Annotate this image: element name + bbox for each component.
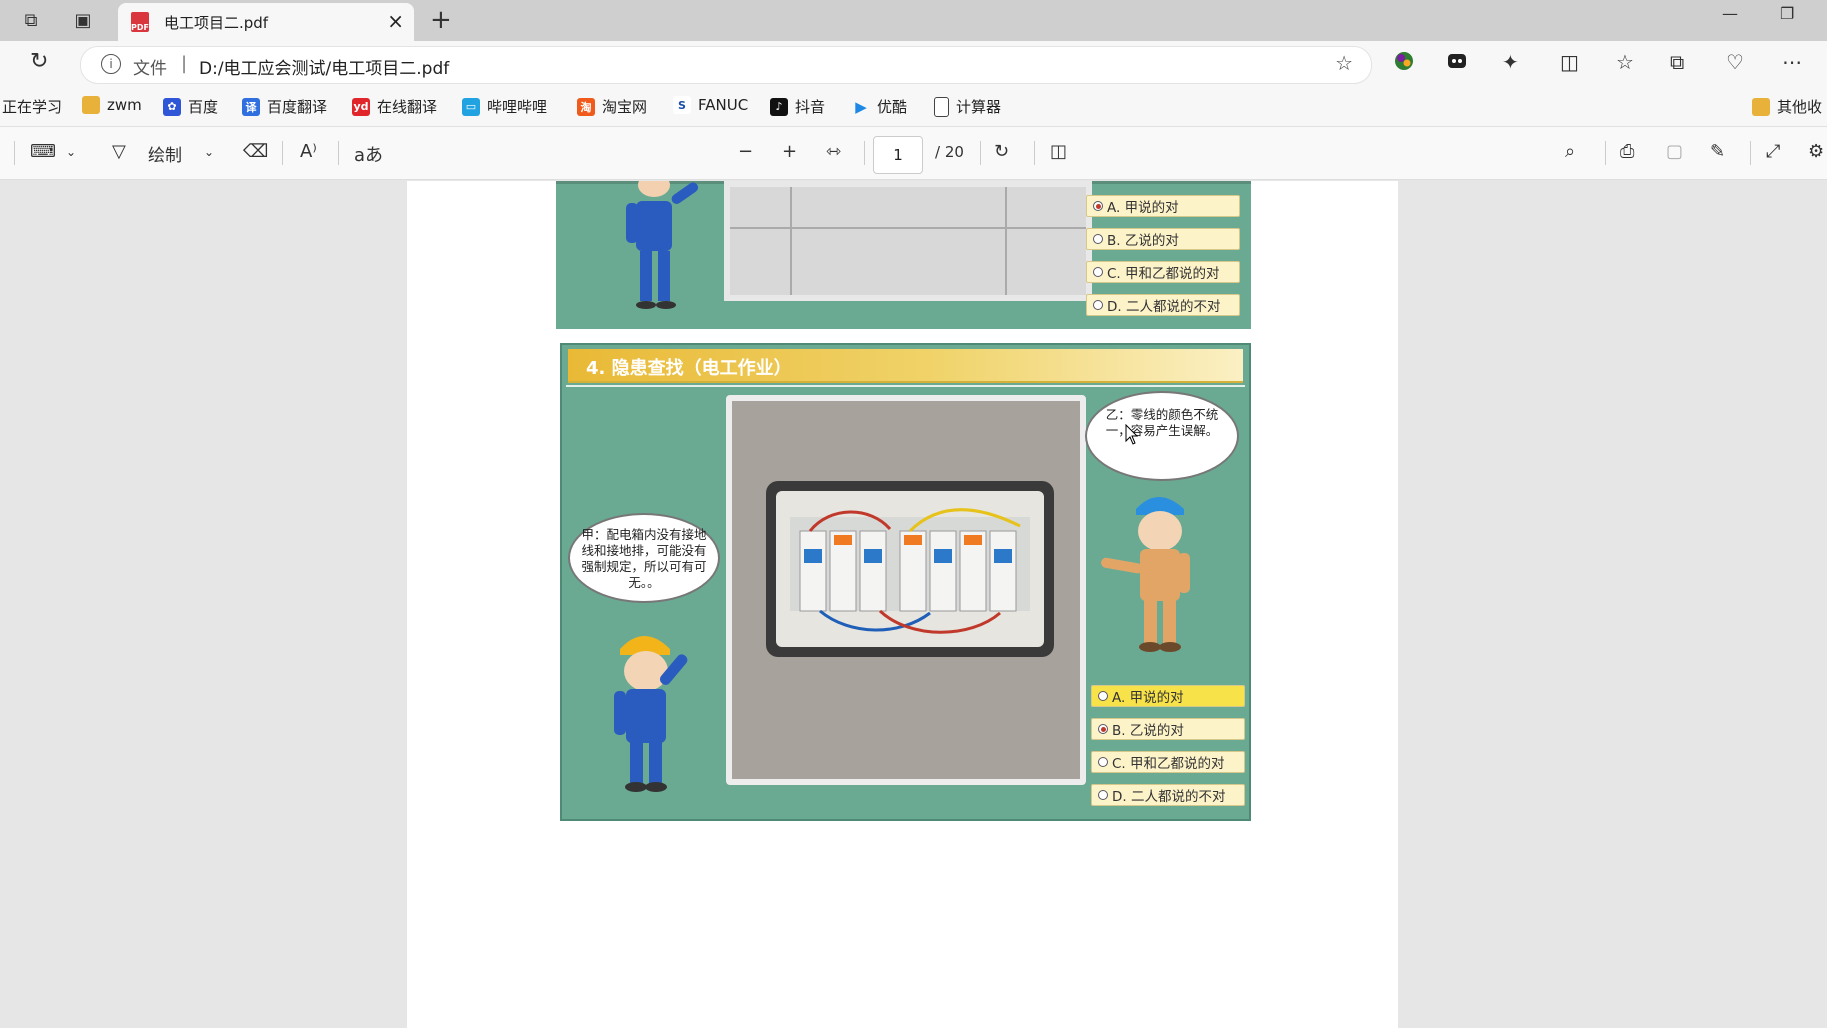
page-total: / 20 xyxy=(935,143,964,161)
option-d[interactable]: D. 二人都说的不对 xyxy=(1091,784,1245,806)
slide-title: 4. 隐患查找（电工作业） xyxy=(586,358,792,379)
info-icon[interactable]: i xyxy=(101,54,121,74)
radio-c[interactable] xyxy=(1098,757,1108,767)
bilibili-icon: ▭ xyxy=(462,97,480,116)
print-icon[interactable]: ⎙ xyxy=(1620,141,1634,162)
bookmark-item[interactable]: yd 在线翻译 xyxy=(352,96,437,117)
bookmark-item[interactable]: 计算器 xyxy=(934,96,1001,117)
collections-icon[interactable]: ⧉ xyxy=(1670,50,1684,74)
chevron-down-icon[interactable]: ⌄ xyxy=(204,145,214,159)
tab-actions-icon[interactable]: ▣ xyxy=(66,3,100,37)
prev-option[interactable]: B. 乙说的对 xyxy=(1086,228,1240,250)
speech-bubble-jia: 甲：配电箱内没有接地线和接地排，可能没有强制规定，所以可有可无。。 xyxy=(568,513,720,603)
eraser-icon[interactable]: ⌫ xyxy=(243,141,268,162)
new-tab-icon[interactable]: + xyxy=(430,5,452,35)
bookmark-item[interactable]: 淘淘宝网 xyxy=(577,96,647,117)
split-screen-icon[interactable]: ◫ xyxy=(1560,50,1579,74)
translate-text-icon[interactable]: aあ xyxy=(354,141,383,167)
favorites-icon[interactable]: ☆ xyxy=(1616,50,1634,74)
search-icon[interactable]: ⌕ xyxy=(1565,141,1575,162)
radio-b[interactable] xyxy=(1098,724,1108,734)
bookmark-item[interactable]: ♪ 抖音 xyxy=(770,96,825,117)
youku-icon: ▶ xyxy=(855,97,867,116)
save-as-icon[interactable]: ✎ xyxy=(1710,141,1725,162)
save-icon[interactable]: ▢ xyxy=(1666,141,1683,162)
bookmark-item[interactable]: 其他收 xyxy=(1752,96,1822,117)
worker-figure xyxy=(626,181,699,309)
close-tab-icon[interactable]: × xyxy=(387,9,404,33)
url-text[interactable]: D:/电工应会测试/电工项目二.pdf xyxy=(199,54,449,79)
zoom-in-icon[interactable]: + xyxy=(782,141,797,162)
rotate-icon[interactable]: ↻ xyxy=(994,141,1009,162)
distribution-box-photo xyxy=(726,395,1086,785)
fullscreen-icon[interactable]: ⤢ xyxy=(1766,141,1780,162)
more-menu-icon[interactable]: ⋯ xyxy=(1782,50,1802,74)
bookmark-item[interactable]: zwm xyxy=(82,96,142,114)
favorite-star-icon[interactable]: ☆ xyxy=(1335,51,1353,75)
file-label: 文件 xyxy=(133,59,167,79)
worker-blue-figure xyxy=(614,636,688,792)
address-separator: | xyxy=(181,53,188,74)
option-b[interactable]: B. 乙说的对 xyxy=(1091,718,1245,740)
page-number-input[interactable]: 1 xyxy=(873,136,923,174)
bookmark-item[interactable]: ▭ 哔哩哔哩 xyxy=(462,96,547,117)
option-a[interactable]: A. 甲说的对 xyxy=(1091,685,1245,707)
draw-icon[interactable]: ▽ xyxy=(112,141,126,162)
option-c[interactable]: C. 甲和乙都说的对 xyxy=(1091,751,1245,773)
folder-icon xyxy=(82,96,100,114)
taobao-icon: 淘 xyxy=(577,97,595,116)
slide-photo xyxy=(724,181,1092,301)
slide-hazard-finding: 4. 隐患查找（电工作业） 乙：零线的颜色不统一，容易产生误解。 甲：配电箱内没… xyxy=(560,343,1251,821)
tab-title: 电工项目二.pdf xyxy=(164,14,269,32)
radio-a[interactable] xyxy=(1098,691,1108,701)
speech-bubble-yi: 乙：零线的颜色不统一，容易产生误解。 xyxy=(1085,391,1239,481)
douyin-icon: ♪ xyxy=(770,97,788,116)
radio-d[interactable] xyxy=(1098,790,1108,800)
minimize-icon[interactable]: — xyxy=(1722,4,1738,23)
prev-option[interactable]: A. 甲说的对 xyxy=(1086,195,1240,217)
bookmark-item[interactable]: S FANUC xyxy=(673,96,748,114)
fit-width-icon[interactable]: ⇿ xyxy=(826,141,841,162)
translate-icon: 译 xyxy=(242,97,260,116)
performance-icon[interactable]: ♡ xyxy=(1726,50,1744,74)
extension-globe-icon[interactable] xyxy=(1393,50,1415,77)
zoom-out-icon[interactable]: − xyxy=(738,141,753,162)
pdf-icon: PDF xyxy=(131,12,149,32)
settings-icon[interactable]: ⚙ xyxy=(1808,141,1824,162)
draw-label[interactable]: 绘制 xyxy=(148,141,182,166)
baidu-icon: ✿ xyxy=(163,97,181,116)
folder-icon xyxy=(1752,97,1770,116)
slide-title-bar: 4. 隐患查找（电工作业） xyxy=(568,349,1243,383)
worker-orange-figure xyxy=(1101,497,1190,652)
mouse-cursor-icon xyxy=(1125,424,1139,445)
bookmark-item[interactable]: ✿ 百度 xyxy=(163,96,218,117)
youdao-icon: yd xyxy=(352,97,370,116)
restore-icon[interactable]: ❐ xyxy=(1780,4,1794,23)
workspaces-icon[interactable]: ⧉ xyxy=(14,3,48,37)
highlight-icon[interactable]: ⌨ xyxy=(30,141,56,162)
bookmarks-bar: 正在学习 zwm ✿ 百度 译百度翻译 yd 在线翻译 ▭ 哔哩哔哩 淘淘宝网 S FA… xyxy=(0,86,1827,127)
tab-strip: ⧉ ▣ PDF 电工项目二.pdf × + — ❐ xyxy=(0,0,1827,41)
extensions-icon[interactable]: ✦ xyxy=(1502,50,1519,74)
bookmark-item[interactable]: 正在学习 xyxy=(2,96,62,117)
chevron-down-icon[interactable]: ⌄ xyxy=(66,145,76,159)
refresh-icon[interactable]: ↻ xyxy=(30,49,48,74)
tab-active[interactable]: PDF 电工项目二.pdf × xyxy=(118,3,414,41)
breakers-icon xyxy=(799,508,1021,634)
page-view-icon[interactable]: ◫ xyxy=(1050,141,1067,162)
bookmark-item[interactable]: ▶ 优酷 xyxy=(852,96,907,117)
bookmark-item[interactable]: 译百度翻译 xyxy=(242,96,327,117)
game-extension-icon[interactable] xyxy=(1446,50,1468,77)
fanuc-icon: S xyxy=(673,96,691,114)
page-icon xyxy=(934,96,949,117)
prev-option[interactable]: D. 二人都说的不对 xyxy=(1086,294,1240,316)
prev-option[interactable]: C. 甲和乙都说的对 xyxy=(1086,261,1240,283)
read-aloud-icon[interactable]: A⁾ xyxy=(300,141,317,162)
address-bar[interactable]: i 文件 | D:/电工应会测试/电工项目二.pdf ☆ xyxy=(80,46,1372,84)
